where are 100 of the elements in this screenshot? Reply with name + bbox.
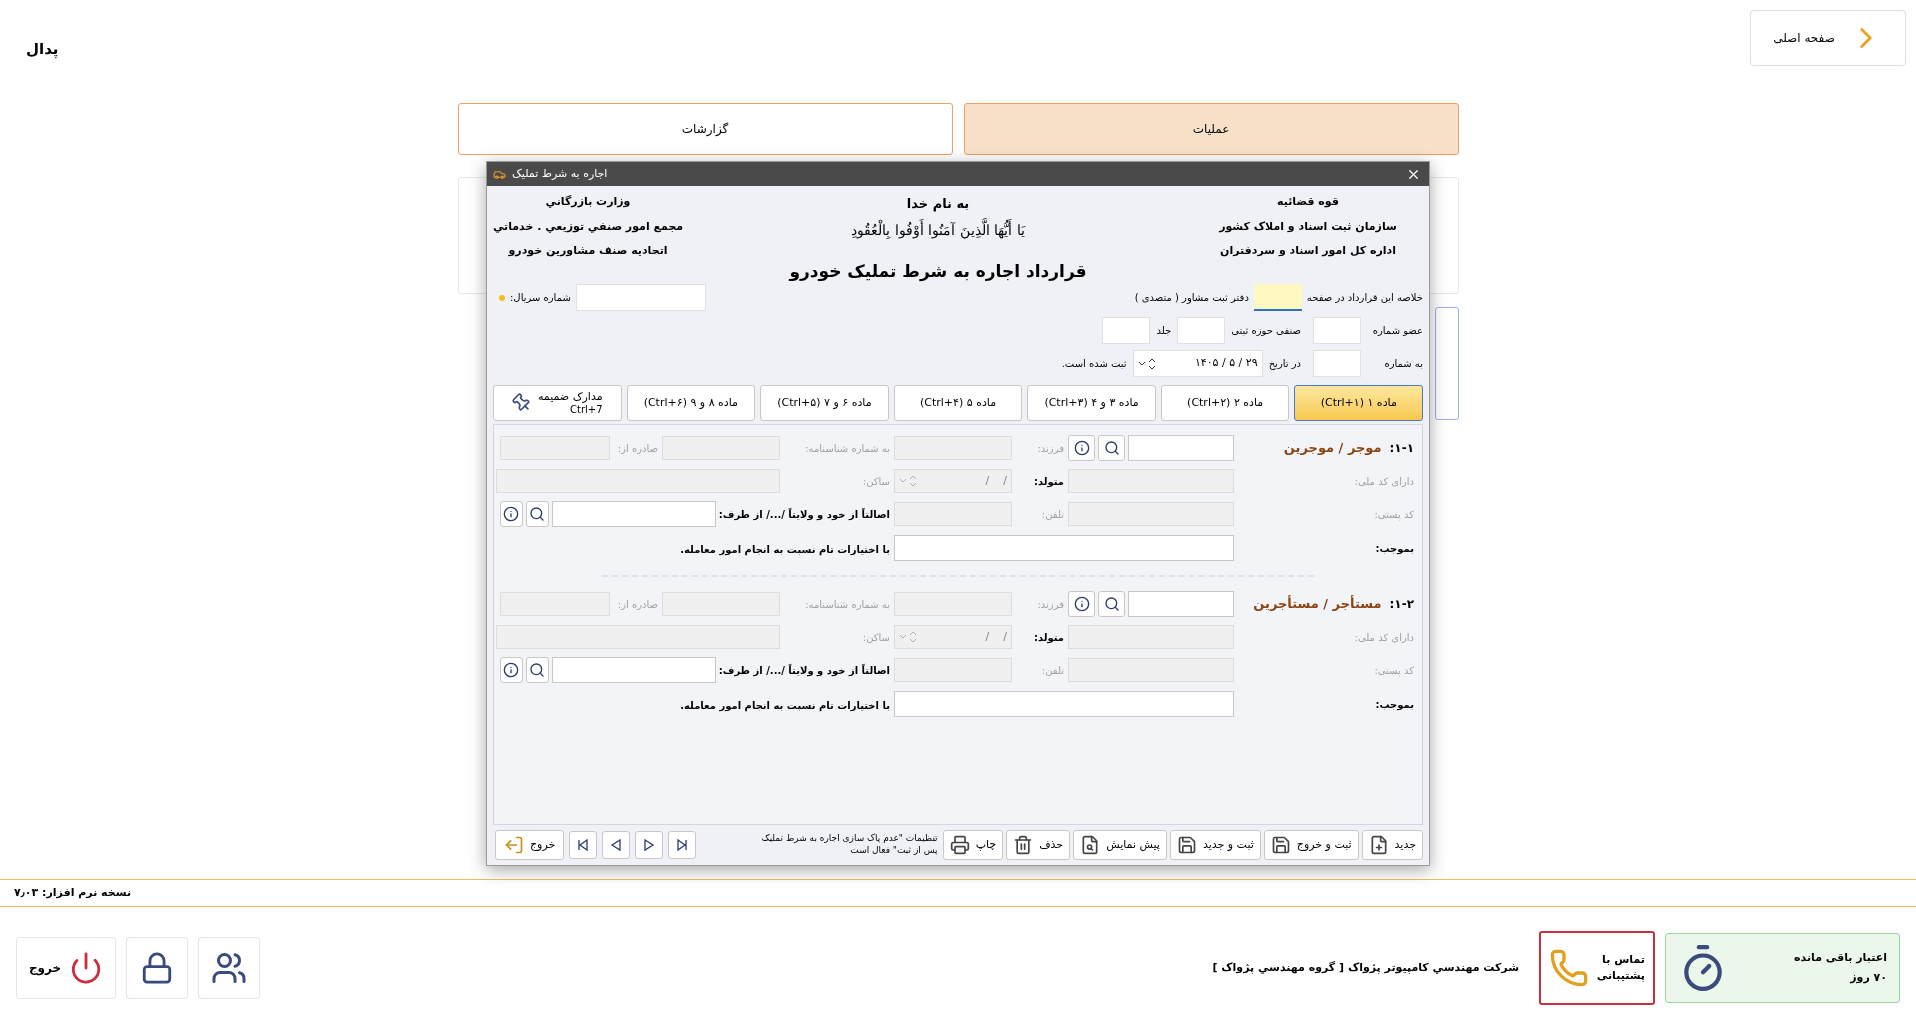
field-label: به شماره شناسنامه: [804,597,890,612]
last-record-button[interactable] [668,831,697,859]
window-title: اجاره به شرط تملیک [512,165,608,182]
info-button[interactable] [1068,435,1095,461]
info-icon [503,662,520,678]
section-title: مستأجر / مستأجرین [1253,594,1382,614]
section-number: ۱-۱: [1389,440,1414,457]
info-button[interactable] [500,501,523,527]
date-field[interactable]: ۱۴۰۵ / ۵ / ۲۹ [1132,350,1263,377]
search-icon [1103,440,1120,456]
field-label: ساکن: [861,474,890,489]
text-field[interactable] [551,501,716,527]
toolbar-button[interactable]: چاپ [942,830,1004,860]
field-label: به شماره [1383,357,1423,371]
field-label: اصالتاً از خود و ولایتاً /.../ از طرف: [718,663,890,678]
field-label: متولد: [1032,474,1064,489]
exit-button[interactable]: خروج [16,937,116,999]
home-button[interactable]: صفحه اصلی [1750,10,1906,66]
contract-title: قرارداد اجاره به شرط تملیک خودرو [789,259,1087,284]
field-label: اصالتاً از خود و ولایتاً /.../ از طرف: [718,507,890,522]
search-icon [529,506,546,522]
tab[interactable]: عملیات [963,103,1459,155]
settings-note: تنظیمات "عدم پاک سازی اجاره به شرط تملیک پس از ثبت" فعال است [760,833,938,857]
first-record-button[interactable] [569,831,598,859]
header-text: وزارت بازرگاني [545,194,631,210]
text-field[interactable] [1128,435,1234,461]
field-label: خلاصه این قرارداد در صفحه [1306,291,1423,305]
search-icon [529,662,546,678]
header-text: سازمان ثبت اسناد و املاک کشور [1219,218,1397,235]
search-button[interactable] [525,657,549,683]
field-label: دارای کد ملی: [1354,474,1414,489]
field-label: عضو شماره [1371,324,1423,338]
authority-note: با اختیارات تام نسبت به انجام امور معامله. [680,544,890,555]
field-label: فرزند: [1036,597,1064,612]
text-field[interactable] [894,535,1234,561]
article-tab[interactable]: ماده ۱ (Ctrl+۱) [1294,385,1423,421]
field-label: جلد [1156,324,1172,338]
text-field[interactable] [551,657,716,683]
printer-icon [949,835,970,855]
toolbar-button[interactable]: پیش نمایش [1073,830,1167,860]
search-button[interactable] [1098,591,1125,617]
field-label: تلفن: [1040,663,1064,678]
credit-value: ۷۰ روز [1850,970,1887,986]
field-label: به شماره شناسنامه: [804,441,890,456]
users-button[interactable] [198,937,260,999]
section-title: موجر / موجرین [1283,439,1382,458]
lock-button[interactable] [126,937,188,999]
app-title: پدال [26,39,59,61]
field-label: بموجب: [1374,697,1414,712]
field-label: بموجب: [1374,541,1414,556]
exit-button[interactable]: خروج [495,830,565,860]
article-tab[interactable]: ماده ۲ (Ctrl+۲) [1160,385,1290,421]
header-text: قوه قضائیه [1277,194,1339,210]
users-icon [211,950,247,986]
header-text: مجمع امور صنفي توزيعي . خدماتي [492,218,684,235]
trash-icon [1013,835,1034,855]
field-label: صادره از: [616,441,658,456]
article-tab[interactable]: ماده ۶ و ۷ (Ctrl+۵) [760,385,889,421]
document-icon [1080,835,1101,855]
article-tab[interactable]: ماده ۸ و ۹ (Ctrl+۶) [626,385,756,421]
text-field[interactable] [1128,591,1234,617]
company-name: شرکت مهندسي کامپيوتر پژواک [ گروه مهندسي پژواک ] [1212,959,1519,976]
search-button[interactable] [1098,435,1125,461]
info-icon [1073,440,1090,456]
text-field[interactable] [1253,284,1302,311]
info-button[interactable] [500,657,523,683]
article-tab[interactable]: ماده ۵ (Ctrl+۴) [893,385,1023,421]
info-button[interactable] [1068,591,1095,617]
skip-end-icon [675,838,690,852]
field-label: صنفی حوزه ثبتی [1231,324,1301,338]
field-label: در تاریخ [1268,357,1301,371]
header-text: به نام خدا [906,195,970,214]
next-record-button[interactable] [635,831,664,859]
article-tab[interactable]: ماده ۳ و ۴ (Ctrl+۳) [1027,385,1156,421]
field-label: کد پستی: [1373,507,1414,522]
text-field[interactable] [894,691,1234,717]
field-label: شماره سریال: [510,291,571,305]
info-icon [503,506,520,522]
lock-icon [140,951,174,985]
field-label: ساکن: [861,630,890,645]
field-label: متولد: [1032,630,1064,645]
skip-start-icon [576,838,591,852]
header-text: اتحاديه صنف مشاورين خودرو [508,243,668,259]
search-button[interactable] [525,501,549,527]
field-label: صادره از: [616,597,658,612]
software-version: نسخه نرم افزار: ۷٫۰۳ [14,884,132,901]
info-icon [1073,596,1090,612]
tab[interactable]: گزارشات [457,103,953,155]
previous-record-button[interactable] [602,831,631,859]
toolbar-button[interactable]: حذف [1006,830,1071,860]
toolbar-button[interactable]: ثبت و جدید [1169,830,1261,860]
field-label: تلفن: [1040,507,1064,522]
field-label: کد پستی: [1373,663,1414,678]
field-label: ثبت شده است. [1061,357,1127,371]
verse-text: يَا أَيُّهَا الَّذِينَ آمَنُوا أَوْفُوا بِالْعُقُودِ [851,219,1025,241]
toolbar-button[interactable]: ثبت و خروج [1263,830,1359,860]
triangle-icon [609,838,624,852]
support-button[interactable]: تماس با پشتیبانی [1539,931,1655,1005]
toolbar-button[interactable]: جدید [1361,830,1423,860]
spin-dropdown-icon[interactable] [1137,356,1156,371]
